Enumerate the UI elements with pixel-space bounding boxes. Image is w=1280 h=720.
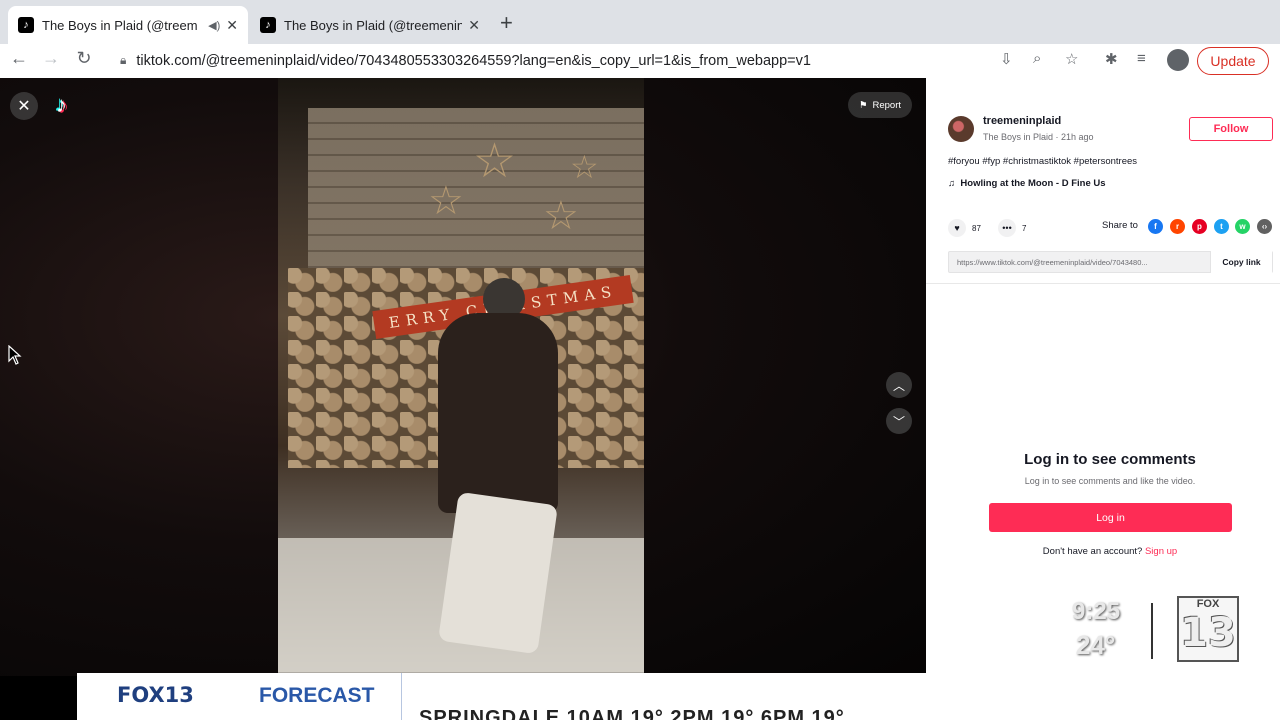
zoom-icon[interactable]: ⌕ — [1033, 50, 1041, 67]
broadcast-temperature: 24° — [1076, 630, 1116, 660]
fox13-brand: FOX13 — [117, 683, 194, 707]
tiktok-logo-icon[interactable]: ♪ — [56, 92, 78, 118]
comment-icon[interactable]: ••• — [998, 219, 1016, 237]
embed-icon[interactable]: ‹› — [1257, 219, 1272, 234]
star-decoration-icon: ☆ — [428, 179, 464, 223]
copy-link-button[interactable]: Copy link — [1210, 251, 1272, 273]
speaker-icon[interactable]: ◀) — [208, 19, 220, 32]
share-label: Share to — [1102, 220, 1138, 231]
tab-active[interactable]: ♪ The Boys in Plaid (@treem ◀) ✕ — [8, 6, 248, 44]
like-count: 87 — [972, 223, 981, 233]
like-stat[interactable]: ♥ 87 — [948, 219, 981, 237]
broadcast-time: 9:25 — [1072, 598, 1121, 625]
bug-fox-text: FOX — [1196, 598, 1220, 610]
video-stage: ☆ ☆ ☆ ☆ ERRY CHRISTMAS ✕ ♪ ⚑ Report ︿ ﹀ — [0, 78, 926, 676]
media-control-icon[interactable]: ≡ — [1137, 50, 1146, 67]
reddit-icon[interactable]: r — [1170, 219, 1185, 234]
video-hashtags[interactable]: #foryou #fyp #christmastiktok #petersont… — [948, 156, 1137, 167]
tab-inactive[interactable]: ♪ The Boys in Plaid (@treemenin ✕ — [250, 6, 490, 44]
forecast-ticker: SPRINGDALE 10AM 19° 2PM 19° 6PM 19° — [419, 707, 845, 720]
forward-icon[interactable]: → — [38, 48, 64, 69]
video-info: treemeninplaid The Boys in Plaid · 21h a… — [926, 78, 1280, 284]
video-player[interactable]: ☆ ☆ ☆ ☆ ERRY CHRISTMAS — [278, 78, 644, 676]
profile-avatar-icon[interactable] — [1167, 49, 1189, 71]
signup-link[interactable]: Sign up — [1145, 546, 1177, 557]
login-title: Log in to see comments — [1024, 451, 1196, 468]
tab-title: The Boys in Plaid (@treemenin — [284, 17, 463, 33]
forecast-lower-third: FOX13 FORECAST SPRINGDALE 10AM 19° 2PM 1… — [77, 673, 1280, 720]
new-tab-icon[interactable]: + — [500, 10, 513, 36]
back-icon[interactable]: ← — [6, 48, 32, 69]
url-text: tiktok.com/@treemeninplaid/video/7043480… — [136, 52, 811, 69]
facebook-icon[interactable]: f — [1148, 219, 1163, 234]
birch-stump — [438, 491, 558, 655]
address-bar[interactable]: 🔒︎ tiktok.com/@treemeninplaid/video/7043… — [108, 46, 1028, 75]
comment-stat[interactable]: ••• 7 — [998, 219, 1026, 237]
browser-tabbar: ♪ The Boys in Plaid (@treem ◀) ✕ ♪ The B… — [0, 0, 1280, 44]
video-details-panel: treemeninplaid The Boys in Plaid · 21h a… — [926, 78, 1280, 676]
close-video-button[interactable]: ✕ — [10, 92, 38, 120]
login-subtitle: Log in to see comments and like the vide… — [1024, 476, 1196, 486]
close-tab-icon[interactable]: ✕ — [468, 17, 480, 34]
music-note-icon: ♫ — [948, 178, 956, 189]
music-line[interactable]: ♫ Howling at the Moon - D Fine Us — [948, 178, 1106, 189]
share-link-text[interactable]: https://www.tiktok.com/@treemeninplaid/v… — [949, 258, 1210, 267]
close-tab-icon[interactable]: ✕ — [226, 17, 238, 34]
tiktok-favicon-icon: ♪ — [260, 17, 276, 33]
forecast-title: FORECAST — [259, 684, 375, 707]
next-video-button[interactable]: ﹀ — [886, 408, 912, 434]
heart-icon[interactable]: ♥ — [948, 219, 966, 237]
follow-button[interactable]: Follow — [1189, 117, 1273, 141]
author-avatar[interactable] — [948, 116, 974, 142]
author-username[interactable]: treemeninplaid — [983, 115, 1061, 127]
music-title: Howling at the Moon - D Fine Us — [960, 178, 1106, 189]
signup-prompt: Don't have an account? Sign up — [926, 546, 1280, 557]
person — [438, 313, 558, 513]
star-decoration-icon: ☆ — [570, 149, 599, 185]
fox13-station-bug: FOX 13 — [1177, 596, 1239, 662]
tiktok-favicon-icon: ♪ — [18, 17, 34, 33]
report-button[interactable]: ⚑ Report — [848, 92, 912, 118]
whatsapp-icon[interactable]: w — [1235, 219, 1250, 234]
update-button[interactable]: Update — [1197, 47, 1269, 75]
extensions-icon[interactable]: ✱ — [1105, 50, 1118, 68]
author-subtitle: The Boys in Plaid · 21h ago — [983, 132, 1094, 142]
pinterest-icon[interactable]: p — [1192, 219, 1207, 234]
signup-question: Don't have an account? — [1042, 546, 1143, 557]
broadcast-divider — [1151, 603, 1153, 659]
reload-icon[interactable]: ↻ — [71, 48, 97, 69]
twitter-icon[interactable]: t — [1214, 219, 1229, 234]
browser-toolbar: ← → ↻ 🔒︎ tiktok.com/@treemeninplaid/vide… — [0, 44, 1280, 78]
bug-number: 13 — [1180, 610, 1236, 656]
lower-third-divider — [401, 673, 402, 720]
share-link-box: https://www.tiktok.com/@treemeninplaid/v… — [948, 251, 1273, 273]
install-app-icon[interactable]: ⇩ — [1000, 50, 1013, 68]
screen: ♪ The Boys in Plaid (@treem ◀) ✕ ♪ The B… — [0, 0, 1280, 720]
lock-icon[interactable]: 🔒︎ — [120, 53, 126, 68]
comment-count: 7 — [1022, 223, 1027, 233]
mouse-cursor-icon — [8, 345, 22, 365]
tab-title: The Boys in Plaid (@treem — [42, 17, 198, 33]
login-button[interactable]: Log in — [989, 503, 1232, 532]
star-decoration-icon: ☆ — [543, 194, 579, 238]
star-decoration-icon: ☆ — [473, 135, 517, 188]
bookmark-star-icon[interactable]: ☆ — [1065, 50, 1078, 68]
previous-video-button[interactable]: ︿ — [886, 372, 912, 398]
flag-icon: ⚑ — [858, 99, 868, 111]
report-label: Report — [872, 99, 902, 111]
